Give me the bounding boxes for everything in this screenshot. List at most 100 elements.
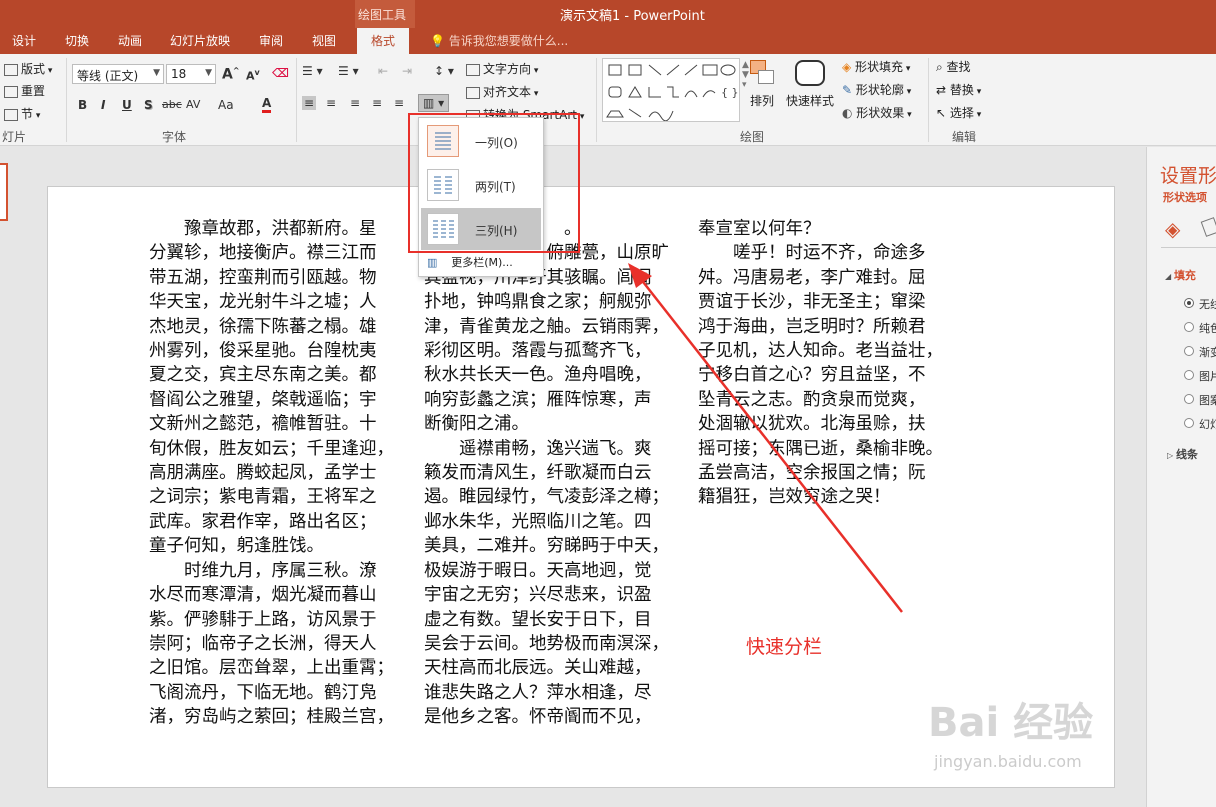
bold-button[interactable]: B xyxy=(78,98,87,112)
arrange-icon xyxy=(750,60,776,86)
layout-button[interactable]: 版式 ▾ xyxy=(4,60,52,77)
text-line: 童子何知，躬逢胜饯。 xyxy=(149,536,324,557)
radio-no-fill[interactable] xyxy=(1184,298,1194,308)
find-button[interactable]: ⌕ 查找 xyxy=(936,58,971,75)
fill-line-icon[interactable]: ◈ xyxy=(1165,217,1180,241)
replace-button[interactable]: ⇄ 替换 ▾ xyxy=(936,81,981,98)
shape-options-tab[interactable]: 形状选项 xyxy=(1163,189,1207,205)
text-line: 谁悲失路之人？萍水相逢，尽 xyxy=(424,682,652,703)
triangle-down-icon: ◢ xyxy=(1165,272,1174,281)
quick-styles-button[interactable]: 快速样式 xyxy=(786,60,834,109)
clear-format-icon[interactable]: ⌫ xyxy=(272,66,289,80)
section-button[interactable]: 节 ▾ xyxy=(4,105,40,122)
align-text-button[interactable]: 对齐文本 ▾ xyxy=(466,83,538,100)
text-column-1[interactable]: 豫章故郡，洪都新府。星 分翼轸，地接衡庐。襟三江而 带五湖，控蛮荆而引瓯越。物 华天宝… xyxy=(149,217,394,730)
shadow-button[interactable]: S xyxy=(144,98,153,112)
tab-slideshow[interactable]: 幻灯片放映 xyxy=(170,32,230,49)
text-direction-label: 文字方向 xyxy=(483,62,532,76)
lightbulb-icon: 💡 xyxy=(430,34,445,48)
ribbon: 版式 ▾ 重置 节 ▾ 灯片 等线 (正文) ▼ 18 ▼ A^ Av ⌫ B I … xyxy=(0,54,1216,146)
radio-slide-bg-fill[interactable] xyxy=(1184,418,1194,428)
align-right-icon[interactable]: ≡ xyxy=(350,96,360,110)
three-columns-option[interactable]: 三列(H) xyxy=(421,208,541,250)
shapes-gallery[interactable]: { } xyxy=(602,58,740,122)
text-direction-button[interactable]: 文字方向 ▾ xyxy=(466,60,538,77)
strikethrough-button[interactable]: abc xyxy=(162,98,182,111)
format-shape-pane: 设置形 形状选项 ◈ ◢ 填充 无线 纯色 渐变 图片 图案 幻灯 ▷ 线条 xyxy=(1146,147,1216,807)
watermark-url: jingyan.baidu.com xyxy=(934,752,1082,771)
shape-effects-button[interactable]: ◐ 形状效果 ▾ xyxy=(842,104,912,121)
tab-view[interactable]: 视图 xyxy=(312,32,336,49)
radio-pattern-fill[interactable] xyxy=(1184,394,1194,404)
effects-tab-icon[interactable] xyxy=(1200,217,1216,237)
text-line: 扑地，钟鸣鼎食之家；舸舰弥 xyxy=(424,292,652,313)
tab-review[interactable]: 审阅 xyxy=(259,32,283,49)
two-columns-option[interactable]: 两列(T) xyxy=(421,164,541,206)
annotation-label: 快速分栏 xyxy=(746,636,823,658)
char-spacing-button[interactable]: AV xyxy=(186,98,200,111)
distributed-icon[interactable]: ≡ xyxy=(394,96,404,110)
opt-picture-fill: 图片 xyxy=(1199,370,1216,383)
font-size-combo[interactable]: 18 ▼ xyxy=(166,64,216,84)
reset-button[interactable]: 重置 xyxy=(4,82,45,99)
text-line: 夏之交，宾主尽东南之美。都 xyxy=(149,365,377,386)
opt-solid-fill: 纯色 xyxy=(1199,322,1216,335)
one-column-label: 一列(O) xyxy=(475,136,518,150)
tab-transitions[interactable]: 切换 xyxy=(65,32,89,49)
align-left-icon[interactable]: ≡ xyxy=(302,96,317,110)
editing-group-label: 编辑 xyxy=(952,130,977,144)
text-line: 津，青雀黄龙之舳。云销雨霁， xyxy=(424,316,669,337)
slide-thumbnail[interactable] xyxy=(0,163,8,221)
tab-format[interactable]: 格式 xyxy=(357,28,410,54)
text-line: 旬休假，胜友如云；千里逢迎， xyxy=(149,438,394,459)
shape-outline-button[interactable]: ✎ 形状轮廓 ▾ xyxy=(842,81,911,98)
shrink-font-button[interactable]: Av xyxy=(246,68,260,83)
three-columns-label: 三列(H) xyxy=(475,224,518,238)
bullets-icon[interactable]: ☰ ▾ xyxy=(302,64,323,78)
radio-gradient-fill[interactable] xyxy=(1184,346,1194,356)
replace-icon: ⇄ xyxy=(936,83,950,97)
radio-picture-fill[interactable] xyxy=(1184,370,1194,380)
shapes-gallery-icon: { } xyxy=(606,64,739,122)
section-label: 节 xyxy=(21,107,34,121)
opt-gradient-fill: 渐变 xyxy=(1199,346,1216,359)
one-column-option[interactable]: 一列(O) xyxy=(421,120,541,162)
font-name-combo[interactable]: 等线 (正文) ▼ xyxy=(72,64,164,84)
more-columns-option[interactable]: ▥ 更多栏(M)... xyxy=(423,254,541,274)
italic-button[interactable]: I xyxy=(101,98,105,112)
columns-icon[interactable]: ▥ ▾ xyxy=(418,94,450,112)
tell-me-text: 告诉我您想要做什么... xyxy=(448,34,569,48)
tab-design[interactable]: 设计 xyxy=(12,32,36,49)
text-line: 宁移白首之心？穷且益坚，不 xyxy=(698,365,926,386)
font-color-button[interactable]: A xyxy=(262,96,272,113)
watermark-logo: Bai 经验 xyxy=(928,700,1094,746)
align-center-icon[interactable]: ≡ xyxy=(326,96,336,110)
grow-font-button[interactable]: A^ xyxy=(222,66,240,83)
more-columns-label: 更多栏(M)... xyxy=(451,256,513,269)
text-column-2[interactable]: 。 俯雕甍，山原旷 其盈视，川泽纡其骇瞩。闾阎 扑地，钟鸣鼎食之家；舸舰弥 津，青雀黄… xyxy=(424,217,669,730)
columns-dropdown: 一列(O) 两列(T) 三列(H) ▥ 更多栏(M)... xyxy=(418,117,544,277)
change-case-button[interactable]: Aa xyxy=(218,98,234,112)
title-bar: 绘图工具 演示文稿1 - PowerPoint xyxy=(0,0,1216,28)
line-spacing-icon[interactable]: ↕ ▾ xyxy=(434,64,454,78)
tab-animations[interactable]: 动画 xyxy=(118,32,142,49)
paint-bucket-icon: ◈ xyxy=(842,60,856,74)
text-line: 籁发而清风生，纤歌凝而白云 xyxy=(424,463,652,484)
underline-button[interactable]: U xyxy=(122,98,132,112)
gallery-scroll-icon[interactable]: ▲ ▼ ▾ xyxy=(742,60,749,90)
select-button[interactable]: ↖ 选择 ▾ xyxy=(936,104,981,121)
tell-me-search[interactable]: 💡 告诉我您想要做什么... xyxy=(430,32,568,49)
radio-solid-fill[interactable] xyxy=(1184,322,1194,332)
align-text-label: 对齐文本 xyxy=(483,85,532,99)
increase-indent-icon[interactable]: ⇥ xyxy=(402,64,412,78)
shape-fill-button[interactable]: ◈ 形状填充 ▾ xyxy=(842,58,910,75)
pencil-icon: ✎ xyxy=(842,83,856,97)
text-column-3[interactable]: 奉宣室以何年？ 嗟乎！时运不齐，命途多 舛。冯唐易老，李广难封。屈 贾谊于长沙，非无… xyxy=(698,217,943,510)
fill-section-header[interactable]: ◢ 填充 xyxy=(1165,267,1196,283)
arrange-button[interactable]: 排列 xyxy=(750,60,776,109)
text-line: 舛。冯唐易老，李广难封。屈 xyxy=(698,267,926,288)
line-section-header[interactable]: ▷ 线条 xyxy=(1167,446,1198,462)
decrease-indent-icon[interactable]: ⇤ xyxy=(378,64,388,78)
numbering-icon[interactable]: ☰ ▾ xyxy=(338,64,359,78)
justify-icon[interactable]: ≡ xyxy=(372,96,382,110)
